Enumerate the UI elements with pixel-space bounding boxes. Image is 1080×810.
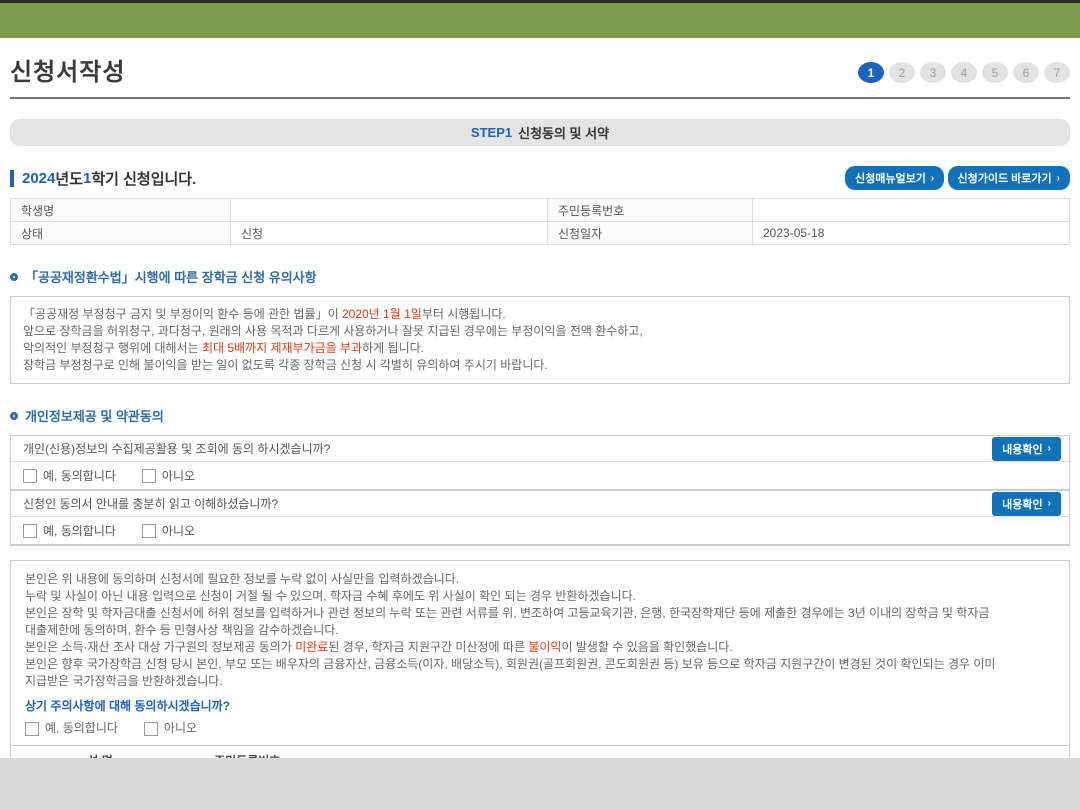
yes-checkbox[interactable] [23, 468, 37, 483]
status-label: 상태 [10, 221, 231, 245]
notice-line: 악의적인 부정청구 행위에 대해서는 최대 5배까지 제재부가금을 부과하게 됩… [23, 341, 425, 355]
no-choice: 아니오 [143, 720, 198, 737]
guide-button[interactable]: 신청가이드 바로가기 › [947, 166, 1070, 190]
view-content-label: 내용확인 [1002, 498, 1043, 511]
manual-button-label: 신청매뉴얼보기 [854, 173, 926, 185]
apply-date-value: 2023-05-18 [752, 221, 1070, 245]
agreement-choices-row: 예, 동의합니다 아니오 [11, 517, 1069, 545]
notice-line: 「공공재정 부정청구 금지 및 부정이익 환수 등에 관한 법률」이 2020년… [23, 307, 506, 321]
law-section-title: 「공공재정환수법」시행에 따른 장학금 신청 유의사항 [10, 267, 1070, 286]
table-row: 학생명 주민등록번호 [10, 198, 1070, 222]
view-content-button[interactable]: 내용확인 › [992, 436, 1061, 461]
circle-bullet-icon [10, 272, 18, 281]
step-bar-label: 신청동의 및 서약 [518, 126, 610, 141]
manual-button[interactable]: 신청매뉴얼보기 › [844, 166, 945, 190]
no-choice: 아니오 [141, 467, 196, 484]
view-content-button[interactable]: 내용확인 › [992, 491, 1061, 516]
law-notice-box: 「공공재정 부정청구 금지 및 부정이익 환수 등에 관한 법률」이 2020년… [10, 296, 1070, 384]
table-row: 상태 신청 신청일자 2023-05-18 [10, 221, 1070, 245]
student-name-value [230, 198, 548, 222]
view-content-label: 내용확인 [1002, 443, 1043, 456]
declaration-line: 본인은 소득·재산 조사 대상 가구원의 정보제공 동의가 미완료된 경우, 학… [25, 640, 733, 654]
no-checkbox[interactable] [141, 523, 156, 538]
apply-date-label: 신청일자 [547, 221, 753, 245]
no-checkbox[interactable] [143, 721, 158, 736]
no-checkbox[interactable] [141, 468, 156, 483]
agreement-choices-row: 예, 동의합니다 아니오 [11, 462, 1069, 490]
ssn-value [752, 198, 1070, 222]
agreement-question: 신청인 동의서 안내를 충분히 읽고 이해하셨습니까? [23, 497, 279, 511]
agreement-question-row: 신청인 동의서 안내를 충분히 읽고 이해하셨습니까? 내용확인 › [11, 491, 1069, 517]
student-name-label: 학생명 [10, 198, 231, 222]
no-choice: 아니오 [141, 522, 196, 539]
privacy-section-title-text: 개인정보제공 및 약관동의 [25, 409, 164, 424]
step-5: 5 [982, 62, 1008, 83]
applicant-info-table: 학생명 주민등록번호 상태 신청 신청일자 2023-05-18 [10, 198, 1070, 245]
step-4: 4 [951, 62, 977, 83]
no-label: 아니오 [161, 469, 196, 483]
declaration-line: 본인은 장학 및 학자금대출 신청서에 허위 정보를 입력하거나 관련 정보의 … [25, 606, 990, 620]
declaration-line: 누락 및 사실이 아닌 내용 입력으로 신청이 거절 될 수 있으며, 학자금 … [25, 589, 636, 603]
semester-mid: 년도 [55, 170, 83, 188]
declaration-question: 상기 주의사항에 대해 동의하시겠습니까? [25, 699, 231, 713]
title-row: 신청서작성 1 2 3 4 5 6 7 [10, 38, 1070, 99]
agreement-question: 개인(신용)정보의 수집제공활용 및 조회에 동의 하시겠습니까? [23, 442, 331, 456]
yes-checkbox[interactable] [23, 523, 37, 538]
declaration-line: 대출제한에 동의하며, 환수 등 민형사상 책임을 감수하겠습니다. [25, 623, 339, 637]
yes-choice: 예, 동의합니다 [23, 467, 116, 484]
chevron-right-icon: › [930, 172, 935, 184]
site-header-band [0, 0, 1080, 38]
agreements: 개인(신용)정보의 수집제공활용 및 조회에 동의 하시겠습니까? 내용확인 ›… [10, 435, 1070, 546]
step-3: 3 [920, 62, 946, 83]
no-label: 아니오 [163, 721, 198, 735]
semester-year: 2024 [22, 169, 56, 187]
yes-choice: 예, 동의합니다 [25, 720, 118, 737]
content: 신청서작성 1 2 3 4 5 6 7 STEP1 신청동의 및 서약 2024… [0, 38, 1080, 810]
guide-button-label: 신청가이드 바로가기 [957, 173, 1052, 185]
agreement-credit-info: 개인(신용)정보의 수집제공활용 및 조회에 동의 하시겠습니까? 내용확인 ›… [10, 435, 1070, 490]
step-6: 6 [1013, 62, 1039, 83]
step-7: 7 [1044, 62, 1070, 83]
declaration-choices-row: 예, 동의합니다 아니오 [25, 720, 1055, 737]
step-indicator: 1 2 3 4 5 6 7 [858, 62, 1070, 83]
ssn-label: 주민등록번호 [547, 198, 753, 222]
yes-choice: 예, 동의합니다 [23, 522, 116, 539]
footer-band [0, 758, 1080, 810]
yes-label: 예, 동의합니다 [43, 469, 116, 483]
chevron-right-icon: › [1047, 498, 1051, 509]
yes-label: 예, 동의합니다 [43, 524, 116, 538]
chevron-right-icon: › [1056, 172, 1060, 184]
step-bar: STEP1 신청동의 및 서약 [10, 119, 1070, 146]
step-2: 2 [889, 62, 915, 83]
declaration-line: 본인은 향후 국가장학금 신청 당시 본인, 부모 또는 배우자의 금융자산, … [25, 657, 996, 671]
circle-bullet-icon [10, 411, 18, 420]
step-1: 1 [858, 62, 884, 83]
declaration-box: 본인은 위 내용에 동의하며 신청서에 필요한 정보를 누락 없이 사실만을 입… [10, 560, 1070, 746]
step-bar-number: STEP1 [470, 125, 513, 140]
page-title: 신청서작성 [10, 59, 126, 86]
yes-checkbox[interactable] [25, 721, 39, 736]
agreement-applicant-guide: 신청인 동의서 안내를 충분히 읽고 이해하셨습니까? 내용확인 › 예, 동의… [10, 490, 1070, 546]
semester-suffix: 학기 신청입니다. [91, 170, 197, 188]
notice-line: 앞으로 장학금을 허위청구, 과다청구, 원래의 사용 목적과 다르게 사용하거… [23, 324, 643, 338]
status-value: 신청 [230, 221, 548, 245]
semester-title: 2024 년도 1 학기 신청입니다. [10, 168, 196, 189]
privacy-section-title: 개인정보제공 및 약관동의 [10, 406, 1070, 425]
no-label: 아니오 [161, 524, 196, 538]
header-buttons: 신청매뉴얼보기 › 신청가이드 바로가기 › [844, 166, 1070, 190]
declaration-line: 지급받은 국가장학금을 반환하겠습니다. [25, 674, 223, 688]
notice-line: 장학금 부정청구로 인해 불이익을 받는 일이 없도록 각종 장학금 신청 시 … [23, 358, 548, 372]
blue-bar-icon [10, 169, 14, 187]
law-section-title-text: 「공공재정환수법」시행에 따른 장학금 신청 유의사항 [25, 270, 317, 285]
semester-header: 2024 년도 1 학기 신청입니다. 신청매뉴얼보기 › 신청가이드 바로가기 › [10, 166, 1070, 190]
agreement-question-row: 개인(신용)정보의 수집제공활용 및 조회에 동의 하시겠습니까? 내용확인 › [11, 436, 1069, 462]
semester-term: 1 [82, 169, 92, 187]
declaration-line: 본인은 위 내용에 동의하며 신청서에 필요한 정보를 누락 없이 사실만을 입… [25, 572, 460, 586]
chevron-right-icon: › [1047, 443, 1051, 454]
yes-label: 예, 동의합니다 [45, 721, 118, 735]
